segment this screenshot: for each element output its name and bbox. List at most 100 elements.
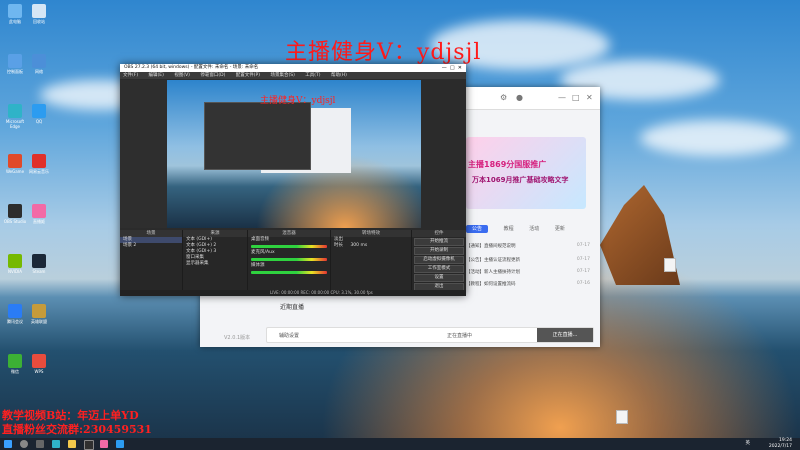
app-icon (8, 4, 22, 18)
app-icon (8, 204, 22, 218)
menu-profile[interactable]: 配置文件(P) (236, 73, 260, 78)
app-icon (8, 254, 22, 268)
menu-edit[interactable]: 编辑(E) (149, 73, 164, 78)
desktop-shortcut[interactable]: 腾讯会议 (2, 304, 28, 329)
menu-help[interactable]: 帮助(H) (331, 73, 347, 78)
desktop-shortcut[interactable]: 网易云音乐 (26, 154, 52, 179)
news-date: 07-16 (576, 281, 590, 286)
app-icon (32, 304, 46, 318)
shortcut-label: 此电脑 (9, 19, 21, 24)
obs-statusbar: LIVE: 00:00:00 REC: 00:00:00 CPU: 3.1%, … (120, 290, 466, 296)
desktop-shortcut[interactable]: 此电脑 (2, 4, 28, 29)
settings-button[interactable]: 设置 (414, 274, 464, 282)
desktop-shortcut[interactable]: OBS Studio (2, 204, 28, 229)
taskbar: 英 19:24 2022/7/17 (0, 438, 800, 450)
minimize-icon[interactable]: — (558, 93, 566, 102)
mixer-track-label: 媒体源 (251, 263, 265, 268)
desktop-shortcut[interactable]: Microsoft Edge (2, 104, 28, 129)
obs-preview[interactable]: 主播健身V：ydjsjl (167, 80, 421, 228)
settings-icon[interactable]: ⚙ (500, 93, 507, 102)
mixer-panel: 混音器 桌面音频 麦克风/Aux 媒体源 (248, 230, 331, 296)
obs-window: OBS 27.2.3 (64 bit, windows) - 配置文件: 未命名… (120, 64, 466, 296)
task-view-icon[interactable] (36, 440, 44, 448)
qq-icon[interactable] (116, 440, 124, 448)
menu-scene-collection[interactable]: 场景集合(S) (270, 73, 294, 78)
obs-taskbar-icon[interactable] (84, 440, 94, 450)
window-controls[interactable]: — □ ✕ (442, 64, 462, 72)
promo-banner[interactable]: 主播1869分国服推广 万本1069月推广基础攻略文字 (466, 137, 586, 209)
sources-panel: 来源 文本 (GDI+) 文本 (GDI+) 2 文本 (GDI+) 3 窗口采… (183, 230, 248, 296)
shortcut-label: WPS (34, 369, 44, 374)
explorer-icon[interactable] (68, 440, 76, 448)
news-text: 【通知】直播间规范说明 (466, 244, 516, 249)
app-icon (8, 304, 22, 318)
news-date: 07-17 (576, 257, 590, 262)
menu-tools[interactable]: 工具(T) (305, 73, 320, 78)
shortcut-label: QQ (35, 119, 43, 124)
assistant-tabs: 公告 教程 活动 更新 (466, 225, 579, 233)
studio-mode-button[interactable]: 工作室模式 (414, 265, 464, 273)
edge-icon[interactable] (52, 440, 60, 448)
assist-settings-button[interactable]: 辅助设置 (279, 332, 299, 339)
scenes-panel: 场景 场景 场景 2 (120, 230, 183, 296)
taskbar-clock[interactable]: 英 19:24 2022/7/17 (746, 438, 793, 450)
desktop-shortcut[interactable]: 英雄联盟 (26, 304, 52, 329)
search-icon[interactable] (20, 440, 28, 448)
virtual-camera-button[interactable]: 启动虚拟摄像机 (414, 256, 464, 264)
tab-update[interactable]: 更新 (555, 226, 565, 232)
list-item[interactable]: 【通知】直播间规范说明 07-17 (466, 243, 590, 249)
shortcut-label: NVIDIA (8, 269, 22, 274)
audio-meter[interactable] (251, 258, 327, 261)
tab-tutorial[interactable]: 教程 (504, 226, 514, 232)
news-text: 【公告】主播认证流程更新 (466, 258, 520, 263)
desktop-shortcut[interactable]: 微信 (2, 354, 28, 379)
list-item[interactable]: 【教程】如何设置推流码 07-16 (466, 281, 590, 287)
shortcut-label: 微信 (11, 369, 19, 374)
duration-input[interactable]: 300 ms (350, 243, 367, 248)
desktop-shortcut[interactable]: 网络 (26, 54, 52, 79)
file-icon[interactable] (664, 258, 676, 272)
desktop-shortcut[interactable]: Steam (26, 254, 52, 279)
source-item[interactable]: 显示器采集 (183, 261, 247, 267)
desktop-shortcut[interactable]: 控制面板 (2, 54, 28, 79)
app-icon (32, 104, 46, 118)
desktop-shortcut[interactable]: WeGame (2, 154, 28, 179)
list-item[interactable]: 【公告】主播认证流程更新 07-17 (466, 257, 590, 263)
panel-header: 混音器 (248, 230, 330, 237)
shortcut-label: Microsoft Edge (5, 119, 25, 129)
lang-indicator[interactable]: 英 (746, 441, 751, 447)
tab-announcement[interactable]: 公告 (466, 225, 489, 233)
user-icon[interactable]: ● (516, 93, 523, 102)
menu-file[interactable]: 文件(F) (123, 73, 138, 78)
overlay-bottom-line2: 直播粉丝交流群:230459531 (2, 423, 152, 436)
panel-header: 来源 (183, 230, 247, 237)
news-date: 07-17 (576, 269, 590, 274)
close-icon[interactable]: ✕ (586, 93, 593, 102)
list-item[interactable]: 【活动】新人主播扶持计划 07-17 (466, 269, 590, 275)
obs-menubar: 文件(F) 编辑(E) 视图(V) 停靠窗口(D) 配置文件(P) 场景集合(S… (120, 72, 466, 79)
start-recording-button[interactable]: 开始录制 (414, 247, 464, 255)
news-text: 【教程】如何设置推流码 (466, 282, 516, 287)
start-live-button[interactable]: 正在直播... (537, 328, 593, 342)
desktop-shortcut[interactable]: 回收站 (26, 4, 52, 29)
file-icon[interactable] (616, 410, 628, 424)
audio-meter[interactable] (251, 271, 327, 274)
desktop-shortcut[interactable]: QQ (26, 104, 52, 129)
shortcut-label: 回收站 (33, 19, 45, 24)
windows-start-icon[interactable] (4, 440, 12, 448)
cloud (640, 120, 790, 156)
desktop-shortcut[interactable]: WPS (26, 354, 52, 379)
audio-meter[interactable] (251, 245, 327, 248)
menu-view[interactable]: 视图(V) (174, 73, 190, 78)
maximize-icon[interactable]: □ (572, 93, 580, 102)
menu-docks[interactable]: 停靠窗口(D) (200, 73, 225, 78)
desktop-shortcut[interactable]: 直播姬 (26, 204, 52, 229)
tab-activity[interactable]: 活动 (529, 226, 539, 232)
desktop-shortcut[interactable]: NVIDIA (2, 254, 28, 279)
app-icon (8, 104, 22, 118)
app-icon (32, 154, 46, 168)
live-app-icon[interactable] (100, 440, 108, 448)
overlay-title: 主播健身V：ydjsjl (285, 40, 482, 65)
start-streaming-button[interactable]: 开始推流 (414, 238, 464, 246)
scene-item[interactable]: 场景 2 (120, 243, 182, 249)
